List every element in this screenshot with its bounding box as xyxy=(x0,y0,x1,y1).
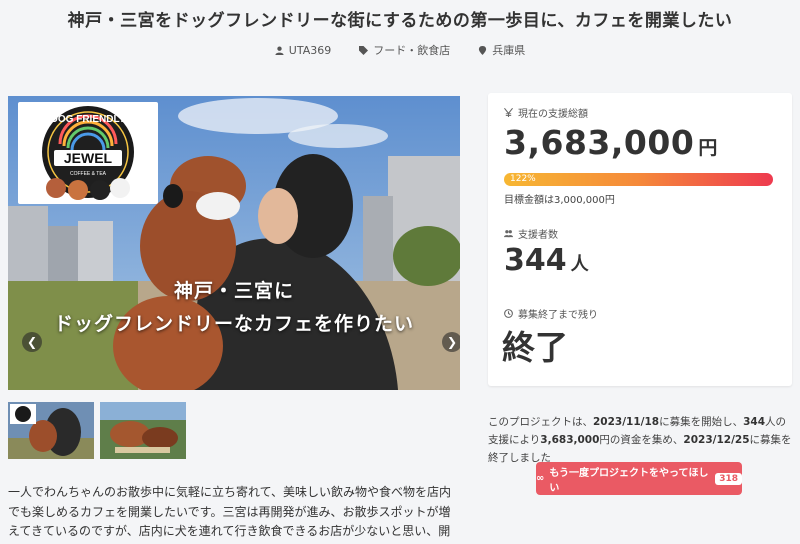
logo-main-text: JEWEL xyxy=(64,150,113,166)
request-again-label: もう一度プロジェクトをやってほしい xyxy=(549,467,709,494)
logo-sub-text: COFFEE & TEA xyxy=(70,171,107,177)
author-name: UTA369 xyxy=(288,43,332,57)
carousel-prev-button[interactable]: ❮ xyxy=(22,332,42,352)
project-title: 神戸・三宮をドッグフレンドリーな街にするための第一歩目に、カフェを開業したい xyxy=(67,11,733,31)
summary-text-1: このプロジェクトは、 xyxy=(488,416,593,428)
request-again-count: 318 xyxy=(715,472,742,485)
user-icon xyxy=(275,46,284,55)
total-amount-unit: 円 xyxy=(698,137,718,159)
map-pin-icon xyxy=(479,45,487,55)
project-description: 一人でわんちゃんのお散歩中に気軽に立ち寄れて、美味しい飲み物や食べ物を店内でも楽… xyxy=(8,485,452,544)
author-link[interactable]: UTA369 xyxy=(275,42,331,58)
progress-bar: 122% xyxy=(504,173,773,186)
jewel-logo: DOG FRIENDLY JEWEL COFFEE & TEA xyxy=(18,102,158,204)
goal-amount: 目標金額は3,000,000円 xyxy=(504,195,615,206)
funding-stats-card: 現在の支援総額 3,683,000 円 122% 目標金額は3,000,000円 … xyxy=(488,93,792,386)
thumbnail-strip xyxy=(8,402,186,459)
hero-image-carousel[interactable]: DOG FRIENDLY JEWEL COFFEE & TEA 神戸・三宮に ド… xyxy=(8,96,460,390)
supporters-value: 344 xyxy=(504,243,567,278)
hero-caption-line2: ドッグフレンドリーなカフェを作りたい xyxy=(53,313,414,335)
remaining-label: 募集終了まで残り xyxy=(518,310,598,321)
location-link[interactable]: 兵庫県 xyxy=(478,42,525,58)
yen-icon xyxy=(504,108,513,117)
category-link[interactable]: フード・飲食店 xyxy=(359,42,450,58)
project-meta: UTA369 フード・飲食店 兵庫県 xyxy=(0,42,800,58)
total-amount: 3,683,000 円 xyxy=(504,123,718,162)
summary-amount: 3,683,000 xyxy=(540,434,600,446)
chevron-right-icon: ❯ xyxy=(446,335,458,349)
supporters-label: 支援者数 xyxy=(518,230,558,241)
total-amount-label-row: 現在の支援総額 xyxy=(504,105,588,120)
carousel-next-button[interactable]: ❯ xyxy=(442,332,460,352)
location-name: 兵庫県 xyxy=(492,44,526,57)
summary-start-date: 2023/11/18 xyxy=(593,416,660,428)
clock-icon xyxy=(504,309,513,318)
thumbnail-2-image xyxy=(100,402,186,459)
supporters-unit: 人 xyxy=(570,254,589,275)
infinity-icon: ∞ xyxy=(536,473,545,484)
thumbnail-1-image xyxy=(8,402,94,459)
summary-supporters: 344 xyxy=(743,416,766,428)
supporters-count: 344 人 xyxy=(504,243,589,278)
users-icon xyxy=(504,230,513,238)
jewel-logo-graphic: DOG FRIENDLY JEWEL COFFEE & TEA xyxy=(42,106,134,200)
project-summary: このプロジェクトは、2023/11/18に募集を開始し、344人の支援により3,… xyxy=(488,413,792,467)
progress-percent: 122% xyxy=(510,174,536,184)
summary-text-4: 円の資金を集め、 xyxy=(599,434,684,446)
thumbnail-2[interactable] xyxy=(100,402,186,459)
summary-end-date: 2023/12/25 xyxy=(683,434,750,446)
total-amount-value: 3,683,000 xyxy=(504,123,695,162)
category-name: フード・飲食店 xyxy=(373,44,451,57)
request-again-button[interactable]: ∞ もう一度プロジェクトをやってほしい 318 xyxy=(536,462,742,495)
remaining-label-row: 募集終了まで残り xyxy=(504,306,598,321)
remaining-value: 終了 xyxy=(502,328,568,367)
supporters-label-row: 支援者数 xyxy=(504,226,558,241)
logo-top-text: DOG FRIENDLY xyxy=(51,114,126,125)
chevron-left-icon: ❮ xyxy=(26,335,38,349)
summary-text-2: に募集を開始し、 xyxy=(659,416,744,428)
tag-icon xyxy=(359,45,369,55)
hero-caption-line1: 神戸・三宮に xyxy=(173,280,294,302)
total-amount-label: 現在の支援総額 xyxy=(518,109,588,120)
thumbnail-1[interactable] xyxy=(8,402,94,459)
